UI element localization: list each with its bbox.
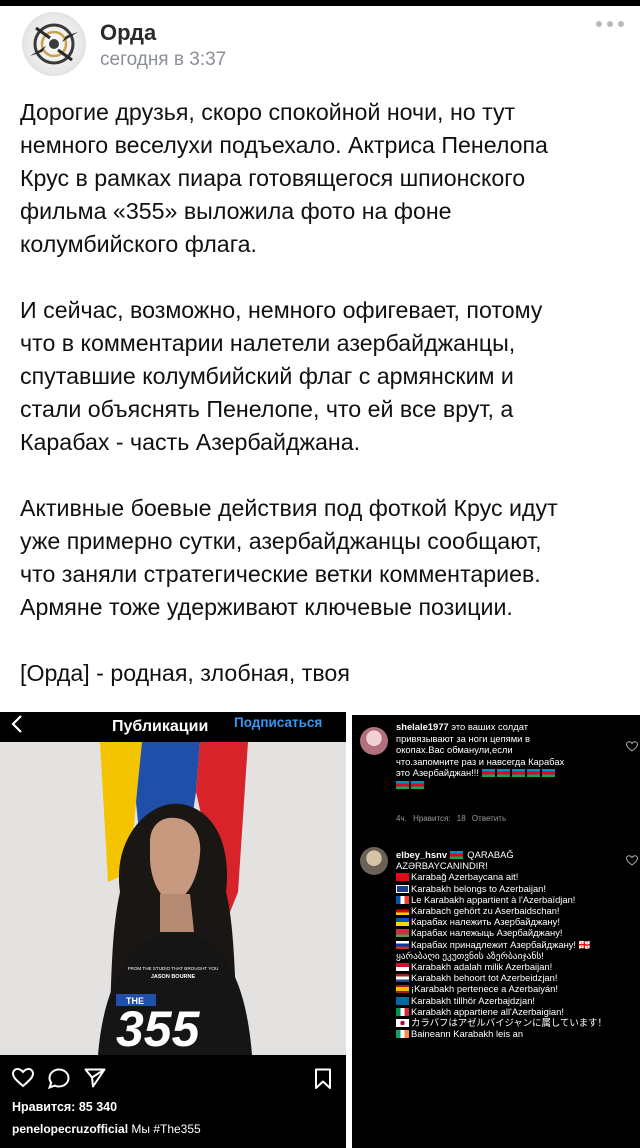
comment-text: окопах.Вас обманули,если xyxy=(396,744,513,755)
comment-text: Карабах належить Азербайджану! xyxy=(411,916,560,928)
comment-text: Karabağ Azerbaycana ait! xyxy=(411,871,519,883)
comment-text: Карабах принадлежит Азербайджану! 🇬🇪ყარა… xyxy=(396,938,591,961)
comment-text: Karabakh appartiene all'Azerbaigian! xyxy=(411,1005,564,1017)
subscribe-link[interactable]: Подписаться xyxy=(234,715,322,730)
ig-title: Публикации xyxy=(112,718,209,735)
comment-text: привязывают за ноги цепями в xyxy=(396,732,530,744)
comment-text: Карабах належыць Азербайджану! xyxy=(411,927,563,939)
more-icon[interactable] xyxy=(596,18,630,30)
caption-user[interactable]: penelopecruzofficial xyxy=(12,1122,128,1136)
text-line: немного веселухи подъехало. Актриса Пене… xyxy=(20,132,548,158)
comment-user[interactable]: elbey_hsnv xyxy=(396,849,447,860)
post-time[interactable]: сегодня в 3:37 xyxy=(100,49,226,71)
comment-icon[interactable] xyxy=(48,1068,70,1089)
comment-user[interactable]: shelale1977 xyxy=(396,721,449,732)
comment-text: Karabach gehört zu Aserbaidschan! xyxy=(411,905,560,917)
post-author[interactable]: Орда xyxy=(100,20,156,46)
poster-title: 355 xyxy=(116,1001,201,1055)
comment-text: Le Karabakh appartient à l'Azerbaïdjan! xyxy=(411,893,576,905)
poster-image: FROM THE STUDIO THAT BROUGHT YOU JASON B… xyxy=(0,742,346,1055)
heart-icon[interactable] xyxy=(626,741,638,752)
comment-text: Karabakh tillhör Azerbajdzjan! xyxy=(411,994,536,1006)
text-line: Активные боевые действия под фоткой Крус… xyxy=(20,495,558,521)
bookmark-icon[interactable] xyxy=(314,1068,332,1090)
back-icon[interactable] xyxy=(10,714,24,734)
comment-text: Karabakh belongs to Azerbaijan! xyxy=(411,882,546,894)
comment-2: elbey_hsnv QARABAĞ AZƏRBAYCANINDIR! Kara… xyxy=(396,849,632,1039)
avatar[interactable] xyxy=(360,847,388,875)
text-line: спутавшие колумбийский флаг с армянским … xyxy=(20,363,514,389)
text-line: Карабах - часть Азербайджана. xyxy=(20,429,361,455)
heart-icon[interactable] xyxy=(12,1068,34,1088)
poster-illustration: FROM THE STUDIO THAT BROUGHT YOU JASON B… xyxy=(0,742,346,1055)
text-line: уже примерно сутки, азербайджанцы сообща… xyxy=(20,528,542,554)
horde-logo-icon xyxy=(30,23,78,65)
share-icon[interactable] xyxy=(84,1068,106,1088)
text-line: что заняли стратегические ветки коммента… xyxy=(20,561,541,587)
community-avatar[interactable] xyxy=(22,12,86,76)
comment-text: AZƏRBAYCANINDIR! xyxy=(396,860,488,872)
poster-tagline-2: JASON BOURNE xyxy=(151,974,196,980)
comment-text: это ваших солдат xyxy=(448,721,529,732)
comment-text: это Азербайджан!!! xyxy=(396,767,480,778)
poster-tagline: FROM THE STUDIO THAT BROUGHT YOU xyxy=(128,966,219,971)
comment-text: QARABAĞ xyxy=(464,849,514,860)
post-header: Орда сегодня в 3:37 xyxy=(0,6,640,82)
text-line: Армяне тоже удерживают ключевые позиции. xyxy=(20,594,513,620)
text-line: Крус в рамках пиара готовящегося шпионск… xyxy=(20,165,526,191)
post-text: Дорогие друзья, скоро спокойной ночи, но… xyxy=(20,96,628,690)
comment-text: ¡Karabakh pertenece a Azerbaiyán! xyxy=(411,983,558,995)
text-line: фильма «355» выложила фото на фоне xyxy=(20,198,452,224)
post-signature[interactable]: [Орда] - родная, злобная, твоя xyxy=(20,657,628,690)
comment-text: Baineann Karabakh leis an xyxy=(411,1028,524,1040)
comment-text: что.запомните раз и навсегда Карабах xyxy=(396,755,565,767)
comment-1: shelale1977 это ваших солдат привязывают… xyxy=(396,721,628,790)
attached-photo-comments[interactable]: shelale1977 это ваших солдат привязывают… xyxy=(352,715,640,1148)
ig-caption: penelopecruzofficial Мы #The355 xyxy=(12,1122,201,1136)
text-line: Дорогие друзья, скоро спокойной ночи, но… xyxy=(20,99,516,125)
avatar[interactable] xyxy=(360,727,388,755)
comment-meta[interactable]: 4ч. Нравится: 18 Ответить xyxy=(396,814,506,823)
comment-text: Karabakh behoort tot Azerbeidzjan! xyxy=(411,972,558,984)
comment-text: Karabakh adalah milik Azerbaijan! xyxy=(411,961,553,973)
attached-photo-instagram[interactable]: Публикации Подписаться FROM THE STUDIO T… xyxy=(0,712,346,1148)
ig-likes[interactable]: Нравится: 85 340 xyxy=(12,1100,117,1114)
text-line: что в комментарии налетели азербайджанцы… xyxy=(20,330,516,356)
ig-action-bar xyxy=(0,1060,346,1094)
caption-text: Мы #The355 xyxy=(128,1122,201,1136)
text-line: И сейчас, возможно, немного офигевает, п… xyxy=(20,297,543,323)
comment-text: カラバフはアゼルバイジャンに属しています！ xyxy=(411,1017,607,1029)
text-line: колумбийского флага. xyxy=(20,231,257,257)
heart-icon[interactable] xyxy=(626,855,638,866)
text-line: стали объяснять Пенелопе, что ей все вру… xyxy=(20,396,514,422)
